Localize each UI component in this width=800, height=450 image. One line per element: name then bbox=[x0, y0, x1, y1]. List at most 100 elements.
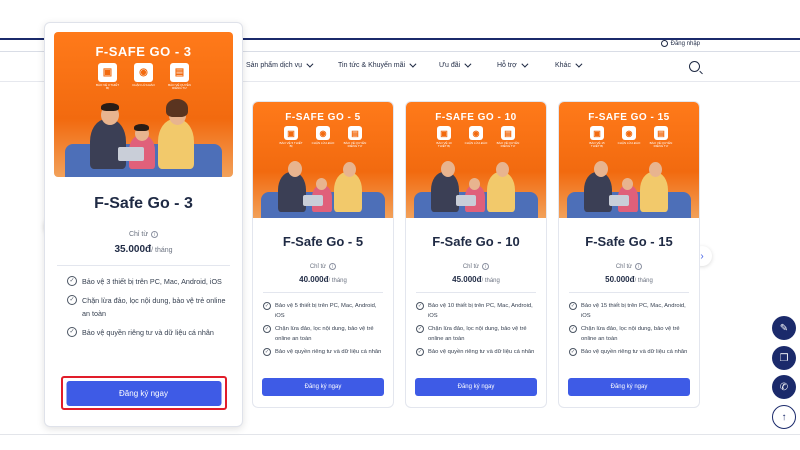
messages-button[interactable]: ❐ bbox=[772, 346, 796, 370]
plan-price: 45.000đ / tháng bbox=[406, 275, 546, 284]
plan-banner: F-SAFE GO - 15 ▣ BẢO VỆ 15 THIẾT BỊ ◉ CHẶN… bbox=[559, 102, 699, 218]
price-from: Chỉ từ i bbox=[45, 231, 242, 238]
banner-features: ▣ BẢO VỆ 15 THIẾT BỊ ◉ CHẶN LỪA ĐẢO ▤ BẢO V… bbox=[559, 126, 699, 149]
register-button[interactable]: Đăng ký ngay bbox=[568, 378, 690, 396]
benefit-item: ✓ Bảo vệ 5 thiết bị trên PC, Mac, Android… bbox=[263, 301, 383, 321]
device-icon: ▣ bbox=[284, 126, 298, 140]
nav-news-label: Tin tức & Khuyến mãi bbox=[338, 62, 406, 69]
divider bbox=[569, 292, 689, 293]
divider bbox=[416, 292, 536, 293]
check-circle-icon: ✓ bbox=[569, 302, 577, 310]
figure-mother-head bbox=[495, 162, 509, 177]
register-button[interactable]: Đăng ký ngay bbox=[415, 378, 537, 396]
figure-father-head bbox=[594, 161, 608, 177]
info-icon[interactable]: i bbox=[482, 263, 490, 270]
check-circle-icon: ✓ bbox=[569, 325, 577, 333]
plan-body: F-Safe Go - 5 Chỉ từ i 40.000đ / tháng ✓ Bả… bbox=[253, 234, 393, 357]
chevron-down-icon bbox=[521, 60, 529, 68]
plan-price: 35.000đ / tháng bbox=[45, 244, 242, 255]
plan-card-go-3: F-SAFE GO - 3 ▣ BẢO VỆ 3 THIẾT BỊ ◉ CHẶN L… bbox=[44, 22, 243, 427]
nav-support[interactable]: Hỗ trợ bbox=[497, 60, 529, 69]
figure-mother bbox=[640, 171, 669, 212]
benefit-item: ✓ Chặn lừa đảo, lọc nội dung, bảo vệ trẻ … bbox=[569, 324, 689, 344]
lock-icon: ▤ bbox=[348, 126, 362, 140]
feature-label: CHẶN LỪA ĐẢO bbox=[464, 141, 488, 145]
globe-shield-icon: ◉ bbox=[134, 63, 153, 82]
figure-father bbox=[89, 119, 126, 170]
nav-offers[interactable]: Ưu đãi bbox=[439, 60, 472, 69]
benefit-item: ✓ Chặn lừa đảo, lọc nội dung, bảo vệ trẻ … bbox=[67, 294, 228, 320]
nav-products[interactable]: Sản phẩm dịch vụ bbox=[246, 60, 314, 69]
check-circle-icon: ✓ bbox=[569, 348, 577, 356]
globe-shield-icon: ◉ bbox=[469, 126, 483, 140]
divider bbox=[0, 434, 800, 435]
nav-other[interactable]: Khác bbox=[555, 60, 583, 69]
plan-banner: F-SAFE GO - 5 ▣ BẢO VỆ 5 THIẾT BỊ ◉ CHẶN L… bbox=[253, 102, 393, 218]
feature-devices: ▣ BẢO VỆ 5 THIẾT BỊ bbox=[279, 126, 303, 149]
scroll-top-button[interactable]: ↑ bbox=[772, 405, 796, 429]
figure-child-head bbox=[622, 178, 633, 190]
plan-name: F-Safe Go - 10 bbox=[432, 234, 520, 249]
check-circle-icon: ✓ bbox=[263, 325, 271, 333]
benefit-text: Chặn lừa đảo, lọc nội dung, bảo vệ trẻ o… bbox=[275, 326, 374, 342]
benefit-text: Bảo vệ quyền riêng tư và dữ liệu cá nhân bbox=[428, 349, 535, 355]
banner-title: F-SAFE GO - 5 bbox=[285, 112, 361, 123]
info-icon[interactable]: i bbox=[329, 263, 337, 270]
nav-offers-label: Ưu đãi bbox=[439, 62, 461, 69]
chevron-down-icon bbox=[409, 60, 417, 68]
banner-title: F-SAFE GO - 10 bbox=[435, 112, 517, 123]
nav-support-label: Hỗ trợ bbox=[497, 62, 517, 69]
benefit-item: ✓ Bảo vệ 10 thiết bị trên PC, Mac, Androi… bbox=[416, 301, 536, 321]
benefit-list: ✓ Bảo vệ 5 thiết bị trên PC, Mac, Android… bbox=[263, 301, 383, 357]
benefit-item: ✓ Bảo vệ quyền riêng tư và dữ liệu cá nhâ… bbox=[67, 326, 228, 339]
figure-child-hair bbox=[133, 124, 149, 131]
chevron-right-icon: › bbox=[700, 250, 704, 262]
plan-banner: F-SAFE GO - 3 ▣ BẢO VỆ 3 THIẾT BỊ ◉ CHẶN L… bbox=[54, 32, 233, 177]
plan-name: F-Safe Go - 15 bbox=[585, 234, 673, 249]
feature-privacy: ▤ BẢO VỆ QUYỀN RIÊNG TƯ bbox=[649, 126, 673, 149]
figure-father bbox=[584, 171, 613, 212]
family-illustration bbox=[559, 156, 699, 218]
call-button[interactable]: ✆ bbox=[772, 375, 796, 399]
nav-news[interactable]: Tin tức & Khuyến mãi bbox=[338, 60, 417, 69]
plan-card-go-15: F-SAFE GO - 15 ▣ BẢO VỆ 15 THIẾT BỊ ◉ CHẶN… bbox=[558, 101, 700, 408]
device-icon: ▣ bbox=[590, 126, 604, 140]
register-button[interactable]: Đăng ký ngay bbox=[262, 378, 384, 396]
check-circle-icon: ✓ bbox=[416, 348, 424, 356]
banner-features: ▣ BẢO VỆ 3 THIẾT BỊ ◉ CHẶN LỪA ĐẢO ▤ BẢO VỆ… bbox=[54, 63, 233, 91]
benefit-list: ✓ Bảo vệ 3 thiết bị trên PC, Mac, Android… bbox=[67, 275, 228, 339]
chat-button[interactable]: ✎ bbox=[772, 316, 796, 340]
feature-privacy: ▤ BẢO VỆ QUYỀN RIÊNG TƯ bbox=[343, 126, 367, 149]
info-icon[interactable]: i bbox=[635, 263, 643, 270]
feature-devices: ▣ BẢO VỆ 10 THIẾT BỊ bbox=[432, 126, 456, 149]
price-amount: 40.000đ bbox=[299, 275, 329, 284]
price-from: Chỉ từ i bbox=[406, 263, 546, 270]
feature-privacy: ▤ BẢO VỆ QUYỀN RIÊNG TƯ bbox=[496, 126, 520, 149]
login-link[interactable]: Đăng nhập bbox=[660, 40, 700, 47]
feature-devices: ▣ BẢO VỆ 3 THIẾT BỊ bbox=[96, 63, 120, 91]
plan-banner: F-SAFE GO - 10 ▣ BẢO VỆ 10 THIẾT BỊ ◉ CHẶN… bbox=[406, 102, 546, 218]
login-label: Đăng nhập bbox=[670, 40, 700, 47]
price-period: / tháng bbox=[328, 278, 347, 284]
laptop bbox=[118, 147, 145, 161]
nav-products-label: Sản phẩm dịch vụ bbox=[246, 62, 303, 69]
feature-scam: ◉ CHẶN LỪA ĐẢO bbox=[617, 126, 641, 149]
info-icon[interactable]: i bbox=[151, 231, 159, 238]
family-illustration bbox=[253, 156, 393, 218]
feature-label: BẢO VỆ QUYỀN RIÊNG TƯ bbox=[168, 83, 191, 91]
feature-label: BẢO VỆ 10 THIẾT BỊ bbox=[436, 141, 452, 149]
from-label: Chỉ từ bbox=[615, 263, 633, 270]
figure-father bbox=[431, 171, 460, 212]
chat-icon: ✎ bbox=[779, 322, 789, 334]
plan-name: F-Safe Go - 5 bbox=[282, 234, 364, 249]
search-icon[interactable] bbox=[689, 61, 700, 72]
benefit-list: ✓ Bảo vệ 10 thiết bị trên PC, Mac, Androi… bbox=[416, 301, 536, 357]
feature-scam: ◉ CHẶN LỪA ĐẢO bbox=[464, 126, 488, 149]
messages-icon: ❐ bbox=[779, 352, 789, 364]
feature-label: BẢO VỆ QUYỀN RIÊNG TƯ bbox=[649, 141, 673, 149]
chevron-down-icon bbox=[464, 60, 472, 68]
benefit-item: ✓ Bảo vệ quyền riêng tư và dữ liệu cá nhâ… bbox=[569, 347, 689, 357]
figure-father bbox=[278, 171, 307, 212]
plan-body: F-Safe Go - 15 Chỉ từ i 50.000đ / tháng ✓ B… bbox=[559, 234, 699, 357]
benefit-item: ✓ Bảo vệ quyền riêng tư và dữ liệu cá nhâ… bbox=[263, 347, 383, 357]
